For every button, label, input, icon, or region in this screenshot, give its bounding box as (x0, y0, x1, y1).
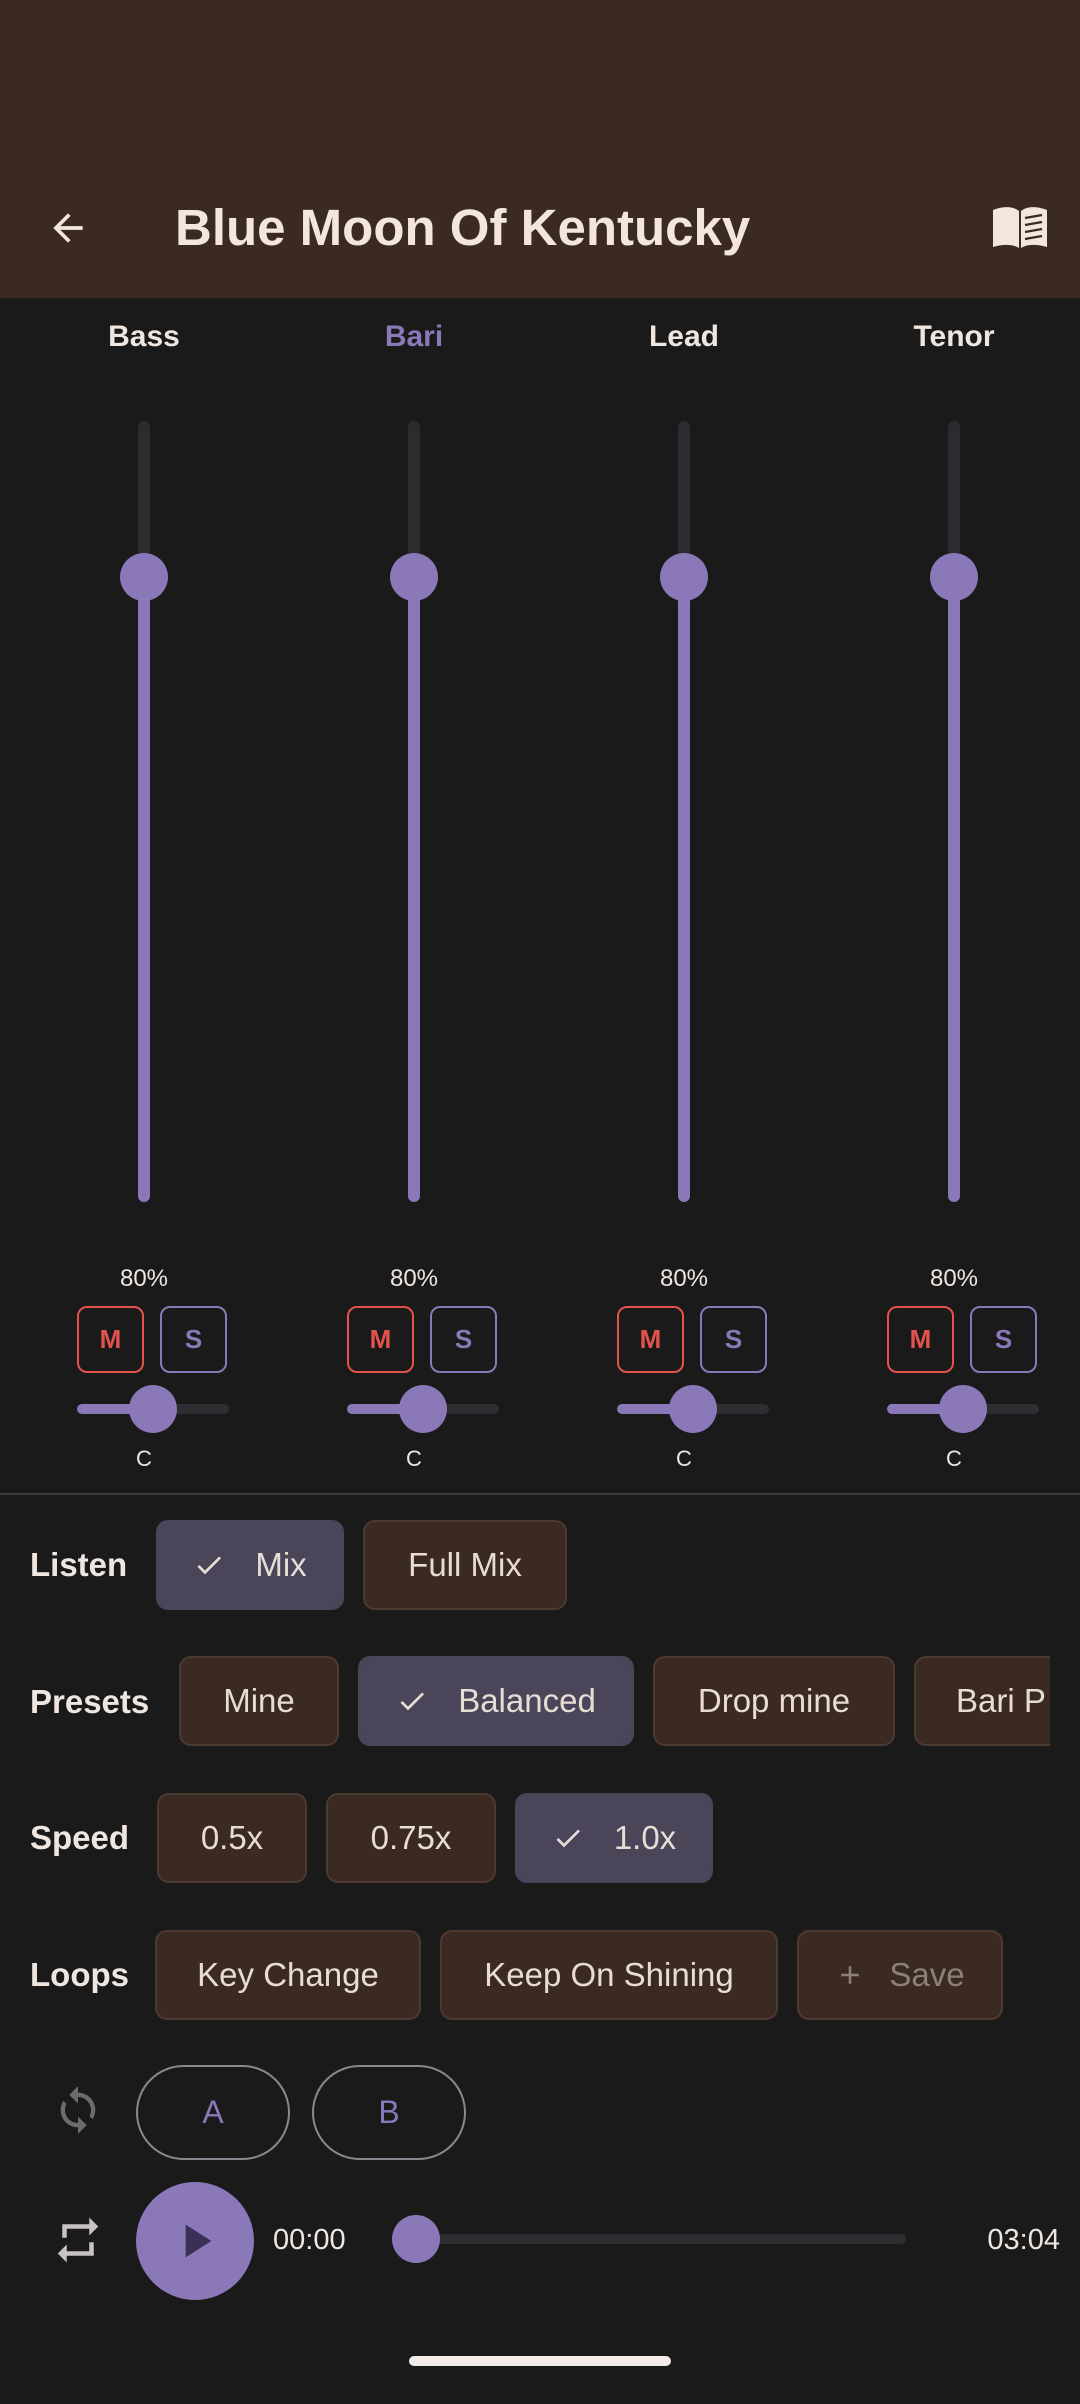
volume-label: 80% (119, 1265, 169, 1292)
mute-button[interactable]: M (347, 1306, 414, 1373)
chip-label: 1.0x (613, 1819, 677, 1856)
pan-slider[interactable] (347, 1385, 499, 1433)
speed-1-0x-chip[interactable]: 1.0x (515, 1793, 713, 1883)
chip-label: Drop mine (697, 1682, 851, 1719)
channel-bass: Bass 80% M S C (9, 298, 279, 1488)
solo-button[interactable]: S (430, 1306, 497, 1373)
mute-solo-group: M S (347, 1306, 497, 1374)
volume-slider[interactable] (390, 421, 438, 1202)
volume-label: 80% (659, 1265, 709, 1292)
back-button[interactable] (36, 196, 100, 260)
channel-name: Lead (648, 320, 720, 353)
play-icon (185, 2224, 212, 2258)
volume-slider-fill (948, 577, 960, 1202)
repeat-icon[interactable] (48, 2210, 108, 2270)
pan-label: C (676, 1446, 692, 1471)
listen-label: Listen (30, 1546, 128, 1583)
channel-bari: Bari 80% M S C (279, 298, 549, 1488)
current-time: 00:00 (273, 2224, 346, 2256)
chip-label: Keep On Shining (484, 1956, 734, 1993)
total-time: 03:04 (987, 2224, 1060, 2256)
channel-tenor: Tenor 80% M S C (819, 298, 1080, 1488)
mute-solo-group: M S (77, 1306, 227, 1374)
loop-keep-on-shining-chip[interactable]: Keep On Shining (440, 1930, 778, 2020)
solo-button[interactable]: S (160, 1306, 227, 1373)
mute-button[interactable]: M (617, 1306, 684, 1373)
seek-slider-thumb[interactable] (392, 2215, 440, 2263)
pan-slider[interactable] (617, 1385, 769, 1433)
volume-slider-fill (138, 577, 150, 1202)
pan-slider-thumb[interactable] (669, 1385, 717, 1433)
pan-label: C (946, 1446, 962, 1471)
listen-mix-chip[interactable]: Mix (156, 1520, 344, 1610)
app-bar: Blue Moon Of Kentucky (0, 0, 1080, 298)
volume-slider-thumb[interactable] (120, 553, 168, 602)
chip-label: Mine (223, 1682, 295, 1719)
channel-name: Tenor (913, 320, 995, 353)
chip-label: Bari P (956, 1682, 1046, 1719)
pan-slider-thumb[interactable] (399, 1385, 447, 1433)
arrow-left-icon (53, 213, 83, 243)
mute-button[interactable]: M (887, 1306, 954, 1373)
save-loop-chip[interactable]: Save (797, 1930, 1003, 2020)
book-open-icon (993, 207, 1047, 248)
volume-slider[interactable] (930, 421, 978, 1202)
chip-label: 0.5x (200, 1819, 264, 1856)
pan-slider[interactable] (77, 1385, 229, 1433)
pan-slider[interactable] (887, 1385, 1039, 1433)
volume-slider-thumb[interactable] (390, 553, 438, 602)
speed-label: Speed (30, 1819, 130, 1856)
volume-slider-fill (678, 577, 690, 1202)
solo-button[interactable]: S (970, 1306, 1037, 1373)
presets-scroller[interactable]: Mine Balanced Drop mine Bari P (0, 1655, 1050, 1747)
volume-slider-thumb[interactable] (660, 553, 708, 602)
solo-button[interactable]: S (700, 1306, 767, 1373)
mute-solo-group: M S (887, 1306, 1037, 1374)
loop-point-a-button[interactable]: A (136, 2065, 290, 2160)
volume-label: 80% (389, 1265, 439, 1292)
page-title: Blue Moon Of Kentucky (175, 199, 751, 256)
volume-slider[interactable] (120, 421, 168, 1202)
channel-name: Bari (384, 320, 444, 353)
speed-0-75x-chip[interactable]: 0.75x (326, 1793, 496, 1883)
check-icon (552, 1822, 584, 1854)
chip-label: Balanced (458, 1682, 596, 1719)
volume-label: 80% (929, 1265, 979, 1292)
volume-slider-fill (408, 577, 420, 1202)
pan-label: C (136, 1446, 152, 1471)
preset-mine-chip[interactable]: Mine (179, 1656, 339, 1746)
preset-drop-mine-chip[interactable]: Drop mine (653, 1656, 895, 1746)
volume-slider[interactable] (660, 421, 708, 1202)
pan-slider-thumb[interactable] (129, 1385, 177, 1433)
loop-key-change-chip[interactable]: Key Change (155, 1930, 421, 2020)
chip-label: Mix (255, 1546, 307, 1583)
play-button[interactable] (136, 2182, 254, 2300)
sync-icon (48, 2080, 108, 2140)
pan-label: C (406, 1446, 422, 1471)
divider (0, 1493, 1080, 1495)
seek-slider[interactable] (392, 2215, 906, 2263)
listen-full-mix-chip[interactable]: Full Mix (363, 1520, 567, 1610)
chip-label: 0.75x (370, 1819, 452, 1856)
channel-lead: Lead 80% M S C (549, 298, 819, 1488)
check-icon (193, 1549, 225, 1581)
check-icon (396, 1685, 428, 1717)
mute-solo-group: M S (617, 1306, 767, 1374)
preset-balanced-chip[interactable]: Balanced (358, 1656, 634, 1746)
preset-bari-chip[interactable]: Bari P (914, 1656, 1050, 1746)
volume-slider-thumb[interactable] (930, 553, 978, 602)
home-indicator (409, 2356, 671, 2366)
lyrics-button[interactable] (988, 196, 1052, 260)
pan-slider-thumb[interactable] (939, 1385, 987, 1433)
chip-label: Full Mix (408, 1546, 522, 1583)
plus-icon (835, 1960, 865, 1990)
chip-label: Save (889, 1956, 965, 1993)
loop-point-b-button[interactable]: B (312, 2065, 466, 2160)
loops-label: Loops (30, 1956, 129, 1993)
speed-0-5x-chip[interactable]: 0.5x (157, 1793, 307, 1883)
mute-button[interactable]: M (77, 1306, 144, 1373)
chip-label: Key Change (197, 1956, 379, 1993)
channel-name: Bass (108, 320, 180, 353)
